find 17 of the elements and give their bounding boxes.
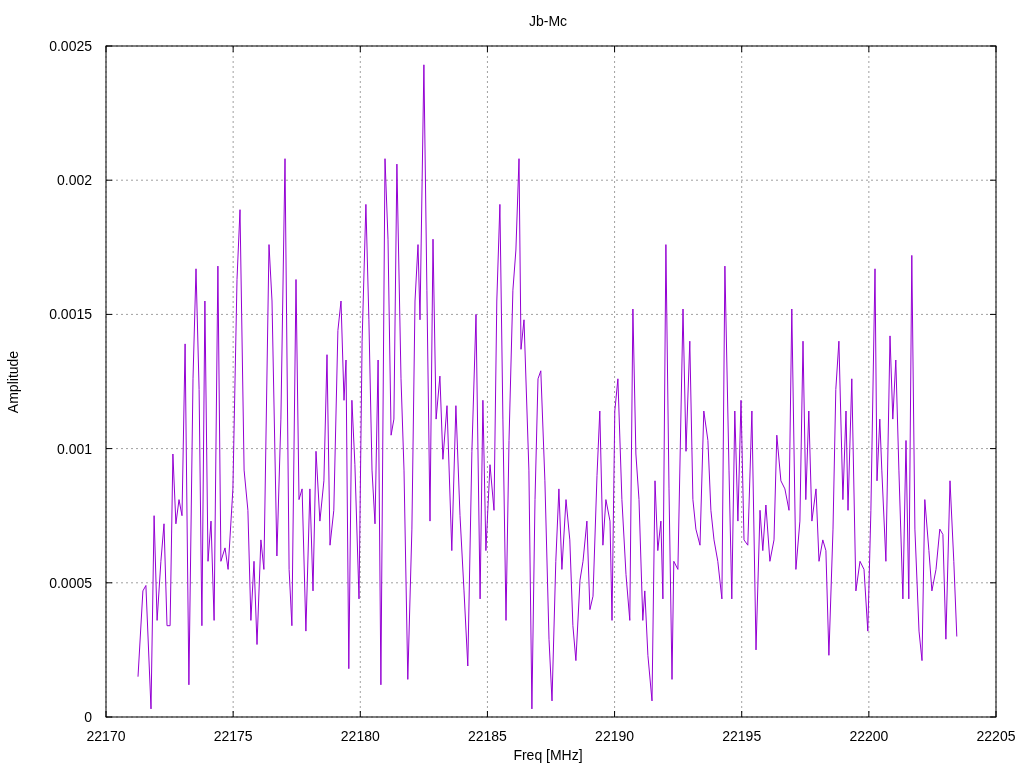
x-tick-label: 22180 [340,728,380,744]
x-tick-label: 22200 [849,728,889,744]
y-tick-label: 0.002 [56,172,92,189]
x-axis-label: Freq [MHz] [513,747,583,763]
y-tick-label: 0.0025 [49,38,92,54]
x-tick-label: 22190 [595,728,635,744]
y-tick-label: 0 [84,709,92,725]
x-tick-label: 22205 [976,728,1016,744]
x-tick-label: 22175 [213,728,253,744]
x-tick-label: 22170 [86,728,126,744]
x-tick-label: 22195 [722,728,762,744]
x-tick-label: 22185 [467,728,507,744]
y-tick-label: 0.0005 [49,574,92,591]
chart-title: Jb-Mc [528,13,568,29]
y-axis-label: Amplitude [5,350,21,414]
y-tick-label: 0.001 [56,440,92,457]
y-tick-label: 0.0015 [49,306,92,323]
